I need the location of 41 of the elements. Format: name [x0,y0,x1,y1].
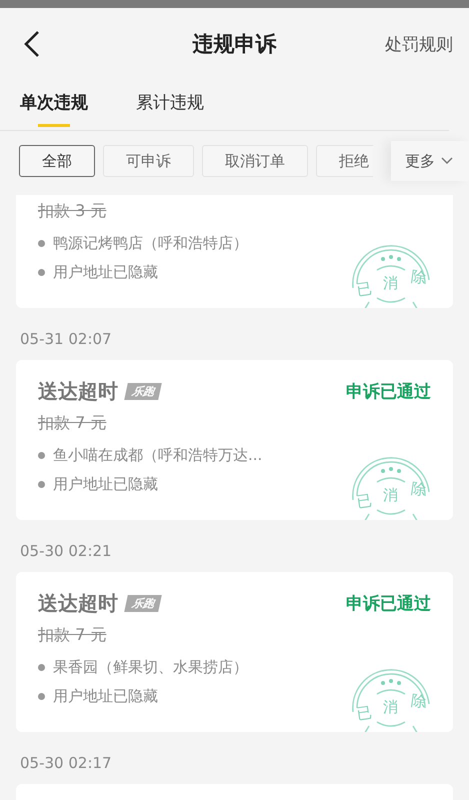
bullet-icon [38,481,45,488]
fine-amount: 扣款 7 元 [38,625,106,646]
appeal-status: 申诉已通过 [346,381,431,403]
tab[interactable]: 累计违规 [136,80,204,130]
record-card[interactable]: 送达超时 乐跑 申诉已通过 扣款 7 元 果香园（鲜果切、水果捞店） 用户地址已隐藏 已消除 [16,572,453,732]
bullet-icon [38,693,45,700]
address-text: 用户地址已隐藏 [53,687,158,706]
violation-title: 送达超时 [38,378,118,405]
address-text: 用户地址已隐藏 [53,263,158,282]
stamp-drawing: 已消除 [349,454,433,520]
bullet-icon [38,452,45,459]
record-date: 05-30 02:17 [19,753,113,774]
penalty-rules-link[interactable]: 处罚规则 [385,32,453,56]
tag-badge: 乐跑 [124,383,162,400]
record-date: 05-31 02:07 [19,329,113,350]
filter-chip[interactable]: 取消订单 [202,145,308,177]
page-title: 违规申诉 [192,32,276,56]
shop-name: 鱼小喵在成都（呼和浩特万达... [53,446,262,465]
chevron-down-icon [441,157,453,165]
record-card[interactable]: 送达超时 乐跑 申诉已通过 扣款 7 元 鱼小喵在成都（呼和浩特万达... 用户地址已隐藏 已消除 [16,360,453,520]
bullet-icon [38,664,45,671]
appeal-status: 申诉已通过 [346,593,431,615]
back-icon[interactable] [22,30,42,58]
fine-amount: 扣款 3 元 [38,201,106,222]
record-card[interactable]: 扣款 3 元 鸭源记烤鸭店（呼和浩特店） 用户地址已隐藏 已消除 [16,195,453,308]
tab[interactable]: 单次违规 [20,80,88,130]
bullet-icon [38,240,45,247]
bullet-icon [38,269,45,276]
record-date: 05-30 02:21 [19,541,113,562]
stamp-drawing: 已消除 [349,242,433,308]
stamp-drawing: 已消除 [349,666,433,732]
tag-badge: 乐跑 [124,595,162,612]
filter-chip[interactable]: 可申诉 [103,145,194,177]
filter-chip[interactable]: 全部 [19,145,95,177]
shop-name: 鸭源记烤鸭店（呼和浩特店） [53,234,248,253]
address-text: 用户地址已隐藏 [53,475,158,494]
violation-title: 送达超时 [38,590,118,617]
shop-name: 果香园（鲜果切、水果捞店） [53,658,248,677]
more-button[interactable]: 更多 [391,141,469,181]
fine-amount: 扣款 7 元 [38,413,106,434]
filter-chip[interactable]: 拒绝 [316,145,373,177]
